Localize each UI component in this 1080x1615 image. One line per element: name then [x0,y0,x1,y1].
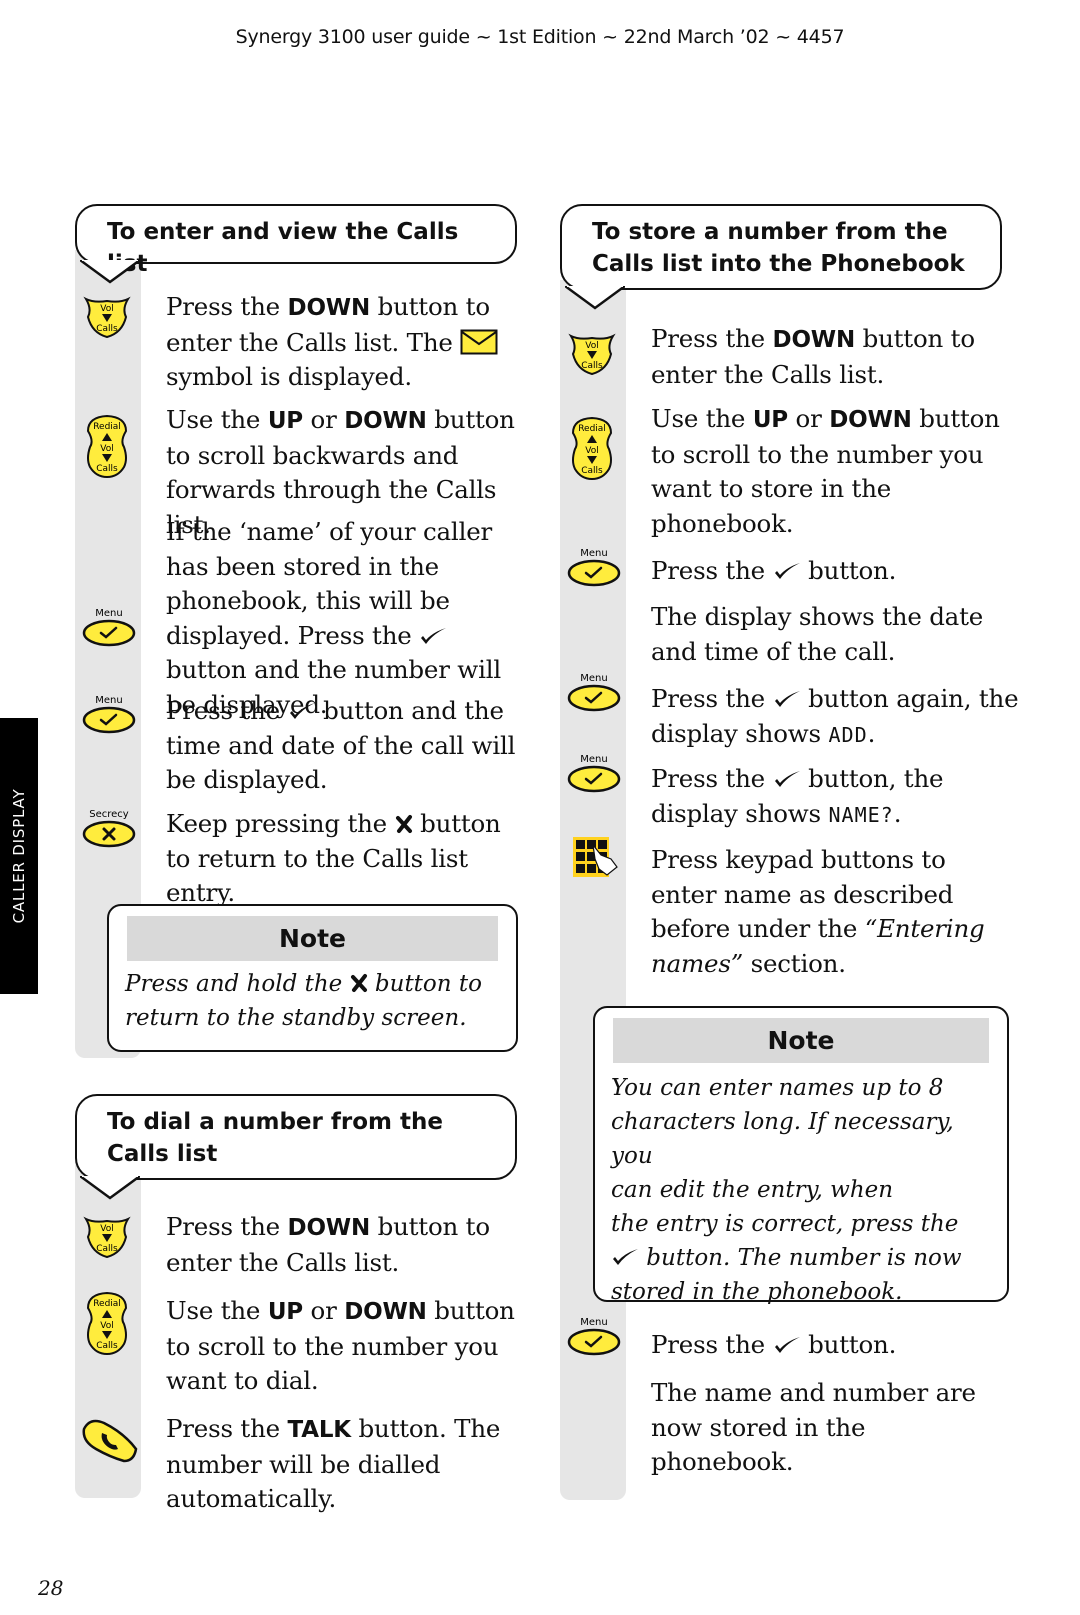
check-glyph-icon [773,561,801,581]
check-glyph-icon [611,1247,639,1267]
up-down-button-icon [82,1290,132,1356]
step-dial-1: Press the DOWN button to enter the Calls… [166,1212,490,1277]
step-store-7: Press keypad buttons to enter name as de… [651,845,985,978]
step-store-4: The display shows the date and time of t… [651,602,984,666]
step-store-8: Press the button. [651,1330,897,1359]
section-title-text: To enter and view the Calls list [107,219,459,277]
up-down-button-icon [567,415,617,481]
step-store-6: Press the button, the display shows NAME… [651,764,944,828]
menu-check-button-icon [81,605,137,647]
step-store-3: Press the button. [651,556,897,585]
note-text: You can enter names up to 8 characters l… [611,1075,962,1305]
step-store-2: Use the UP or DOWN button to scroll to t… [651,404,1000,538]
up-down-button-icon [82,413,132,479]
step-view-3: If the ‘name’ of your caller has been st… [166,517,501,719]
check-glyph-icon [773,1335,801,1355]
step-store-9: The name and number are now stored in th… [651,1378,976,1476]
step-view-5: Keep pressing the button to return to th… [166,809,501,907]
step-store-5: Press the button again, the display show… [651,684,1019,748]
vol-down-button-icon [82,295,132,339]
callout-tail [80,1176,140,1200]
x-glyph-icon [395,814,413,834]
page-number: 28 [38,1576,64,1600]
side-tab-label: CALLER DISPLAY [10,788,28,924]
note-heading: Note [127,916,498,961]
step-view-4: Press the button and the time and date o… [166,696,516,794]
vol-down-button-icon [567,332,617,376]
callout-tail [80,260,140,284]
note-box-standby: Note Press and hold the button to return… [107,904,518,1052]
check-glyph-icon [773,769,801,789]
section-title-dial: To dial a number from the Calls list [75,1094,517,1200]
step-dial-3: Press the TALK button. The number will b… [166,1414,501,1513]
callout-tail [565,286,625,310]
note-box-names: Note You can enter names up to 8 charact… [593,1006,1009,1305]
secrecy-x-button-icon [81,806,137,848]
menu-check-button-icon [81,692,137,734]
check-glyph-icon [419,626,447,646]
section-title-view-calls: To enter and view the Calls list [75,204,517,284]
running-head: Synergy 3100 user guide ~ 1st Edition ~ … [235,26,845,48]
menu-check-button-icon [566,1314,622,1356]
menu-check-button-icon [566,751,622,793]
check-glyph-icon [773,689,801,709]
check-glyph-icon [288,701,316,721]
step-dial-2: Use the UP or DOWN button to scroll to t… [166,1296,515,1395]
x-glyph-icon [350,973,368,993]
menu-check-button-icon [566,670,622,712]
note-heading: Note [613,1018,989,1063]
section-title-store: To store a number from the Calls list int… [560,204,1002,310]
lcd-text-name: NAME? [828,802,894,827]
lcd-text-add: ADD [828,722,868,747]
talk-button-icon [80,1415,140,1465]
step-store-1: Press the DOWN button to enter the Calls… [651,324,975,389]
envelope-icon [460,329,498,355]
vol-down-button-icon [82,1215,132,1259]
section-side-tab: CALLER DISPLAY [0,718,38,994]
menu-check-button-icon [566,545,622,587]
keypad-icon [571,835,619,879]
step-view-1: Press the DOWN button to enter the Calls… [166,290,526,395]
note-text: Press and hold the button to return to t… [125,971,482,1031]
